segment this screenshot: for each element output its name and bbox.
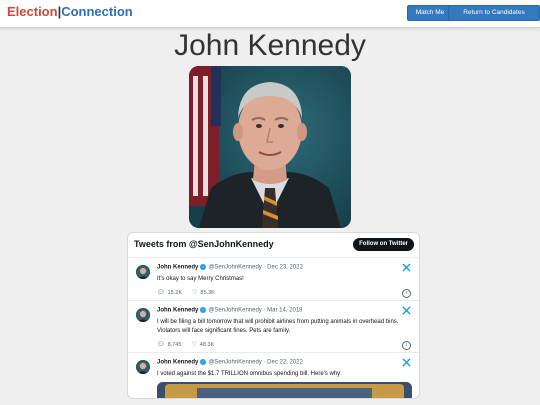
tweet-handle[interactable]: @SenJohnKennedy — [208, 308, 261, 314]
like-icon[interactable]: ♡ — [191, 341, 196, 348]
author-avatar[interactable] — [136, 265, 150, 279]
twitter-timeline-embed: Tweets from @SenJohnKennedy Follow on Tw… — [127, 232, 420, 399]
tweet-header: John Kennedy ✓ @SenJohnKennedy · Mar 14, 2… — [157, 307, 303, 314]
tweet-item[interactable]: John Kennedy ✓ @SenJohnKennedy · Dec 23, 2… — [128, 257, 419, 301]
reply-count: 15.2K — [167, 290, 182, 296]
tweet-date[interactable]: Dec 22, 2022 — [267, 360, 303, 366]
like-count: 48.3K — [199, 342, 215, 348]
candidate-name: John Kennedy — [174, 29, 366, 62]
tweet-date[interactable]: Mar 14, 2018 — [267, 308, 302, 314]
tweet-header: John Kennedy ✓ @SenJohnKennedy · Dec 23, 2… — [157, 264, 303, 271]
tweet-actions: 💬︎ 15.2K ♡ 85.3K — [157, 289, 225, 296]
tweet-author[interactable]: John Kennedy — [157, 265, 198, 271]
x-logo-icon[interactable] — [402, 306, 411, 315]
tweet-author[interactable]: John Kennedy — [157, 360, 198, 366]
tweet-author[interactable]: John Kennedy — [157, 308, 198, 314]
candidate-portrait — [189, 66, 351, 228]
verified-badge-icon: ✓ — [200, 264, 207, 270]
reply-icon[interactable]: 💬︎ — [157, 341, 165, 348]
reply-icon[interactable]: 💬︎ — [157, 289, 165, 296]
author-avatar[interactable] — [136, 360, 150, 374]
logo-connection: Connection — [61, 4, 133, 19]
tweet-media-image[interactable] — [157, 382, 412, 398]
tweet-text: I will be filing a bill tomorrow that wi… — [157, 319, 399, 334]
reply-count: 8,745 — [167, 342, 182, 348]
verified-badge-icon: ✓ — [200, 307, 207, 313]
tweet-handle[interactable]: @SenJohnKennedy — [208, 360, 261, 366]
tweet-text: It's okay to say Merry Christmas! — [157, 276, 244, 282]
embed-header: Tweets from @SenJohnKennedy Follow on Tw… — [128, 233, 419, 257]
tweet-actions: 💬︎ 8,745 ♡ 48.3K — [157, 341, 224, 348]
follow-on-twitter-button[interactable]: Follow on Twitter — [353, 238, 414, 251]
tweet-item[interactable]: John Kennedy ✓ @SenJohnKennedy · Mar 14, 2… — [128, 300, 419, 353]
x-logo-icon[interactable] — [402, 358, 411, 367]
embed-title: Tweets from @SenJohnKennedy — [134, 239, 274, 249]
tweet-handle[interactable]: @SenJohnKennedy — [208, 265, 261, 271]
author-avatar[interactable] — [136, 308, 150, 322]
tweet-date[interactable]: Dec 23, 2022 — [267, 265, 303, 271]
tweet-text: I voted against the $1.7 TRILLION omnibu… — [157, 371, 342, 377]
verified-badge-icon: ✓ — [200, 359, 207, 365]
site-logo[interactable]: Election|Connection — [7, 4, 133, 19]
x-logo-icon[interactable] — [402, 263, 411, 272]
portrait-illustration — [189, 66, 351, 228]
info-icon[interactable]: i — [402, 341, 411, 350]
info-icon[interactable]: i — [402, 289, 411, 298]
return-to-candidates-button[interactable]: Return to Candidates — [448, 5, 540, 21]
tweet-item[interactable]: John Kennedy ✓ @SenJohnKennedy · Dec 22, 2… — [128, 352, 419, 398]
logo-election: Election — [7, 4, 58, 19]
match-me-button[interactable]: Match Me — [407, 5, 453, 21]
like-icon[interactable]: ♡ — [192, 289, 197, 296]
like-count: 85.3K — [200, 290, 215, 296]
top-navbar: Election|Connection Match Me Return to C… — [0, 0, 540, 28]
tweet-header: John Kennedy ✓ @SenJohnKennedy · Dec 22, 2… — [157, 359, 303, 366]
